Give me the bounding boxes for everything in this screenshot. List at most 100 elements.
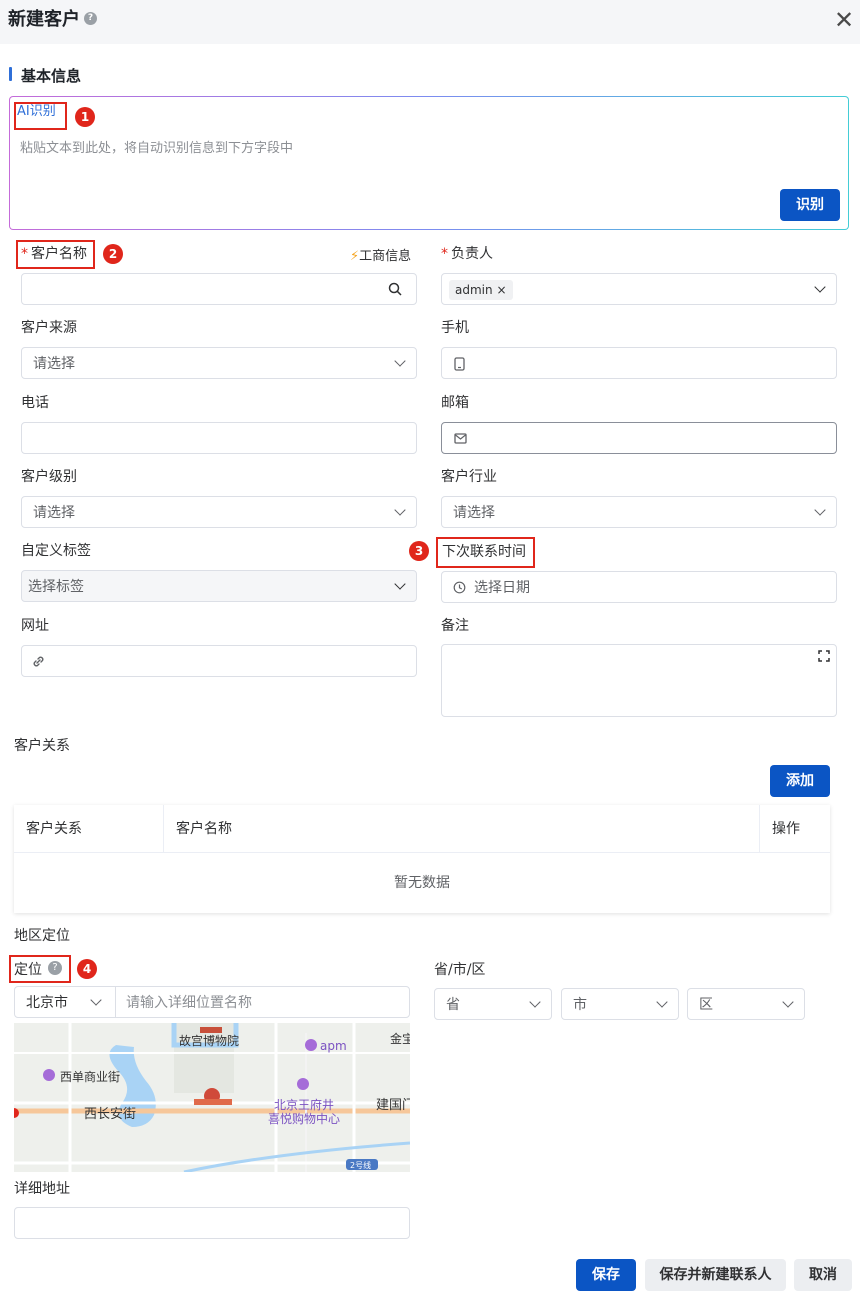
map-label-xidan: 西单商业街 — [60, 1070, 121, 1084]
remark-textarea[interactable] — [441, 644, 837, 717]
owner-select[interactable]: admin × — [441, 273, 837, 305]
province-city-district-label: 省/市/区 — [434, 962, 486, 978]
customer-name-label-text: 客户名称 — [31, 246, 87, 262]
tags-placeholder: 选择标签 — [28, 579, 84, 595]
tags-select[interactable]: 选择标签 — [21, 570, 417, 602]
cancel-button[interactable]: 取消 — [794, 1259, 852, 1291]
recognize-button[interactable]: 识别 — [780, 189, 840, 221]
email-label: 邮箱 — [441, 395, 469, 411]
business-info-text[interactable]: 工商信息 — [359, 249, 411, 264]
industry-label: 客户行业 — [441, 469, 497, 485]
customer-name-input[interactable] — [21, 273, 417, 305]
dialog-title-text: 新建客户 — [8, 9, 80, 30]
detail-address-input[interactable] — [14, 1207, 410, 1239]
search-icon[interactable] — [388, 282, 402, 296]
mobile-icon — [454, 357, 465, 371]
mobile-label: 手机 — [441, 320, 469, 336]
required-mark: * — [21, 246, 28, 262]
source-placeholder: 请选择 — [33, 356, 75, 372]
locate-label-text: 定位 — [14, 962, 42, 978]
phone-label: 电话 — [21, 395, 49, 411]
save-and-new-contact-button[interactable]: 保存并新建联系人 — [645, 1259, 786, 1291]
phone-input[interactable] — [21, 422, 417, 454]
source-label: 客户来源 — [21, 320, 77, 336]
mail-icon — [454, 433, 467, 444]
map-label-line2: 2号线 — [350, 1161, 372, 1170]
mobile-input[interactable] — [441, 347, 837, 379]
annotation-badge-4: 4 — [77, 959, 97, 979]
divider — [115, 987, 116, 1017]
level-label: 客户级别 — [21, 469, 77, 485]
map-label-jinbao: 金宝 — [390, 1032, 410, 1046]
detail-address-label: 详细地址 — [14, 1181, 70, 1197]
map-label-palace: 故宫博物院 — [179, 1034, 240, 1048]
next-contact-label: 下次联系时间 — [442, 544, 526, 560]
map-label-jianguomen: 建国门 — [376, 1098, 410, 1113]
email-input[interactable] — [441, 422, 837, 454]
annotation-badge-3: 3 — [409, 541, 429, 561]
owner-label: * 负责人 — [441, 245, 493, 263]
owner-tag: admin × — [449, 280, 513, 300]
owner-tag-text: admin — [455, 283, 493, 297]
section-title-basic-info: 基本信息 — [21, 67, 82, 85]
city-placeholder: 市 — [573, 997, 587, 1013]
location-map[interactable]: 故宫博物院 西单商业街 西长安街 北京王府井 喜悦购物中心 apm 建国门 金宝… — [14, 1023, 410, 1172]
dialog-header: 新建客户? ✕ — [0, 0, 860, 44]
level-select[interactable]: 请选择 — [21, 496, 417, 528]
chevron-down-icon — [394, 504, 406, 516]
tags-label: 自定义标签 — [21, 543, 91, 559]
map-label-apm: apm — [320, 1039, 347, 1053]
table-empty-text: 暂无数据 — [394, 875, 450, 891]
fullscreen-icon[interactable] — [818, 650, 830, 662]
city-select[interactable]: 市 — [561, 988, 679, 1020]
tag-remove-icon[interactable]: × — [496, 283, 506, 297]
lightning-icon: ⚡ — [350, 249, 360, 264]
dialog-title: 新建客户? — [8, 9, 97, 31]
chevron-down-icon — [90, 994, 102, 1006]
next-contact-placeholder: 选择日期 — [474, 580, 530, 596]
close-icon[interactable]: ✕ — [834, 6, 854, 34]
locate-label: 定位? — [14, 961, 62, 979]
source-select[interactable]: 请选择 — [21, 347, 417, 379]
chevron-down-icon — [814, 504, 826, 516]
chevron-down-icon — [782, 996, 794, 1008]
province-select[interactable]: 省 — [434, 988, 552, 1020]
city-select-value[interactable]: 北京市 — [26, 994, 68, 1012]
detail-location-input[interactable]: 请输入详细位置名称 — [126, 994, 252, 1012]
map-label-wangfujing-2: 喜悦购物中心 — [268, 1112, 341, 1126]
website-input[interactable] — [21, 645, 417, 677]
business-info-link[interactable]: ⚡工商信息 — [350, 248, 411, 266]
required-mark: * — [441, 246, 448, 262]
column-header-relation: 客户关系 — [14, 805, 164, 853]
remark-label: 备注 — [441, 618, 469, 634]
relations-table: 客户关系 客户名称 操作 暂无数据 — [14, 805, 830, 913]
help-icon[interactable]: ? — [84, 11, 97, 25]
section-accent-bar — [9, 67, 12, 81]
help-icon[interactable]: ? — [48, 961, 62, 975]
location-search[interactable]: 北京市 请输入详细位置名称 — [14, 986, 410, 1018]
chevron-down-icon — [529, 996, 541, 1008]
ai-recognition-box: AI识别 粘贴文本到此处，将自动识别信息到下方字段中 — [9, 96, 849, 230]
district-select[interactable]: 区 — [687, 988, 805, 1020]
customer-name-label: * 客户名称 — [21, 245, 87, 263]
save-button[interactable]: 保存 — [576, 1259, 636, 1291]
chevron-down-icon — [394, 578, 406, 590]
chevron-down-icon — [394, 355, 406, 367]
district-placeholder: 区 — [699, 997, 713, 1013]
link-icon — [33, 656, 44, 667]
industry-select[interactable]: 请选择 — [441, 496, 837, 528]
add-relation-button[interactable]: 添加 — [770, 765, 830, 797]
chevron-down-icon — [656, 996, 668, 1008]
region-title: 地区定位 — [14, 928, 70, 944]
annotation-box-1 — [14, 102, 67, 130]
chevron-down-icon — [814, 281, 826, 293]
map-label-xichangan: 西长安街 — [84, 1107, 137, 1122]
industry-placeholder: 请选择 — [453, 505, 495, 521]
clock-icon — [453, 581, 466, 594]
column-header-action: 操作 — [772, 821, 800, 837]
ai-recognition-textarea[interactable]: 粘贴文本到此处，将自动识别信息到下方字段中 — [20, 137, 293, 156]
next-contact-datepicker[interactable]: 选择日期 — [441, 571, 837, 603]
column-header-name: 客户名称 — [164, 805, 760, 853]
level-placeholder: 请选择 — [33, 505, 75, 521]
relations-title: 客户关系 — [14, 738, 70, 754]
